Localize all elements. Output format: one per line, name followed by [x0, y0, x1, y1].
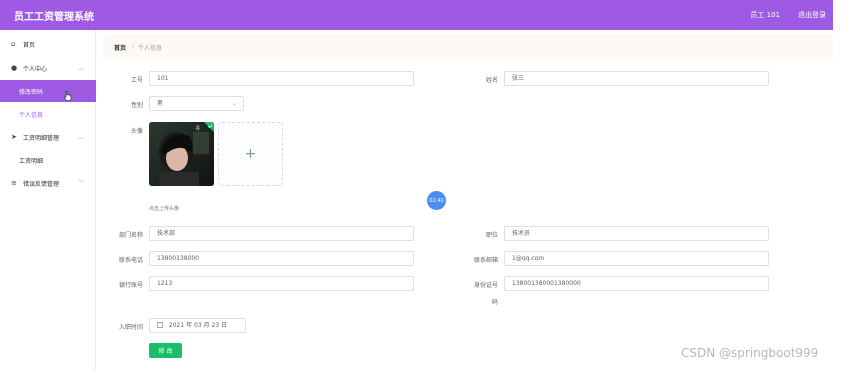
position-input[interactable]: 技术员: [504, 226, 769, 241]
sidebar-item-label: 工资明细管理: [23, 134, 60, 142]
timer-badge: 02:40: [427, 191, 446, 210]
sidebar-item-salary-management[interactable]: ➤ 工资明细管理 ︿: [0, 126, 96, 148]
breadcrumb: 首页 / 个人信息: [103, 34, 833, 59]
email-input[interactable]: 1@qq.com: [504, 251, 769, 266]
chevron-up-icon: ︿: [77, 134, 84, 141]
hand-cursor-icon: [64, 91, 72, 101]
upload-hint: 点击上传头像: [149, 206, 180, 212]
svg-text:寻: 寻: [195, 126, 200, 132]
sidebar-item-salary-detail[interactable]: 工资明细: [0, 149, 96, 171]
sidebar-item-label: 修改密码: [19, 88, 44, 96]
user-icon: ●: [11, 64, 18, 72]
email-label: 联系邮箱: [473, 257, 498, 264]
top-bar: 员工工资管理系统 员工 101 退出登录: [0, 0, 833, 30]
idcard-input[interactable]: 138001380001380000: [504, 276, 769, 291]
avatar-label: 头像: [130, 128, 143, 135]
chevron-down-icon: ﹀: [77, 180, 84, 187]
gender-value: 男: [157, 100, 164, 107]
avatar-image[interactable]: 寻: [149, 122, 214, 186]
current-user: 员工 101: [750, 11, 780, 19]
profile-form: 工号 101 姓名 张三 性别 男 ⌄ 头像 寻 + 点击上传头像 部门名称 技…: [103, 59, 833, 370]
gender-select[interactable]: 男 ⌄: [149, 96, 244, 111]
sidebar-item-label: 首页: [23, 41, 36, 49]
join-date-label: 入职时间: [118, 324, 143, 331]
calendar-icon: [157, 322, 163, 328]
name-input[interactable]: 张三: [504, 71, 769, 86]
bank-label: 银行账号: [118, 282, 143, 289]
dept-input[interactable]: 技术部: [149, 226, 414, 241]
id-input[interactable]: 101: [149, 71, 414, 86]
bank-input[interactable]: 1213: [149, 276, 414, 291]
phone-label: 联系电话: [118, 257, 143, 264]
sidebar-item-label: 错误反馈管理: [23, 180, 60, 188]
home-icon: ⌂: [11, 40, 16, 48]
sidebar-item-label: 工资明细: [19, 157, 44, 165]
chevron-down-icon: ⌄: [231, 100, 237, 107]
sidebar-item-error-feedback[interactable]: ≡ 错误反馈管理 ﹀: [0, 172, 96, 194]
submit-button[interactable]: 修 改: [149, 343, 182, 358]
id-label: 工号: [130, 77, 143, 84]
sidebar-item-change-password[interactable]: 修改密码: [0, 80, 96, 102]
position-label: 职位: [485, 232, 498, 239]
app-title: 员工工资管理系统: [14, 12, 94, 23]
watermark: CSDN @springboot999: [681, 346, 819, 360]
sidebar: ⌂ 首页 ● 个人中心 ︿ 修改密码 个人信息 ➤ 工资明细管理 ︿ 工资明细 …: [0, 30, 96, 370]
breadcrumb-separator: /: [132, 43, 135, 50]
sidebar-item-home[interactable]: ⌂ 首页: [0, 33, 96, 55]
chevron-up-icon: ︿: [77, 65, 84, 72]
gender-label: 性别: [130, 102, 143, 109]
breadcrumb-home[interactable]: 首页: [114, 43, 126, 52]
idcard-label-wrap: 码: [491, 299, 498, 306]
name-label: 姓名: [485, 77, 498, 84]
join-date-value: 2021 年 03 月 23 日: [168, 322, 227, 329]
join-date-picker[interactable]: 2021 年 03 月 23 日: [149, 318, 246, 333]
sidebar-item-label: 个人中心: [23, 65, 48, 73]
sidebar-item-label: 个人信息: [19, 111, 44, 119]
sidebar-item-personal-info[interactable]: 个人信息: [0, 103, 96, 125]
avatar-upload-button[interactable]: +: [218, 122, 283, 186]
breadcrumb-current: 个人信息: [138, 45, 163, 52]
menu-icon: ≡: [11, 179, 17, 187]
logout-link[interactable]: 退出登录: [798, 10, 826, 20]
sidebar-item-personal-center[interactable]: ● 个人中心 ︿: [0, 57, 96, 79]
phone-input[interactable]: 13800138000: [149, 251, 414, 266]
idcard-label: 身份证号: [473, 282, 498, 289]
send-icon: ➤: [11, 133, 17, 141]
dept-label: 部门名称: [118, 232, 143, 239]
